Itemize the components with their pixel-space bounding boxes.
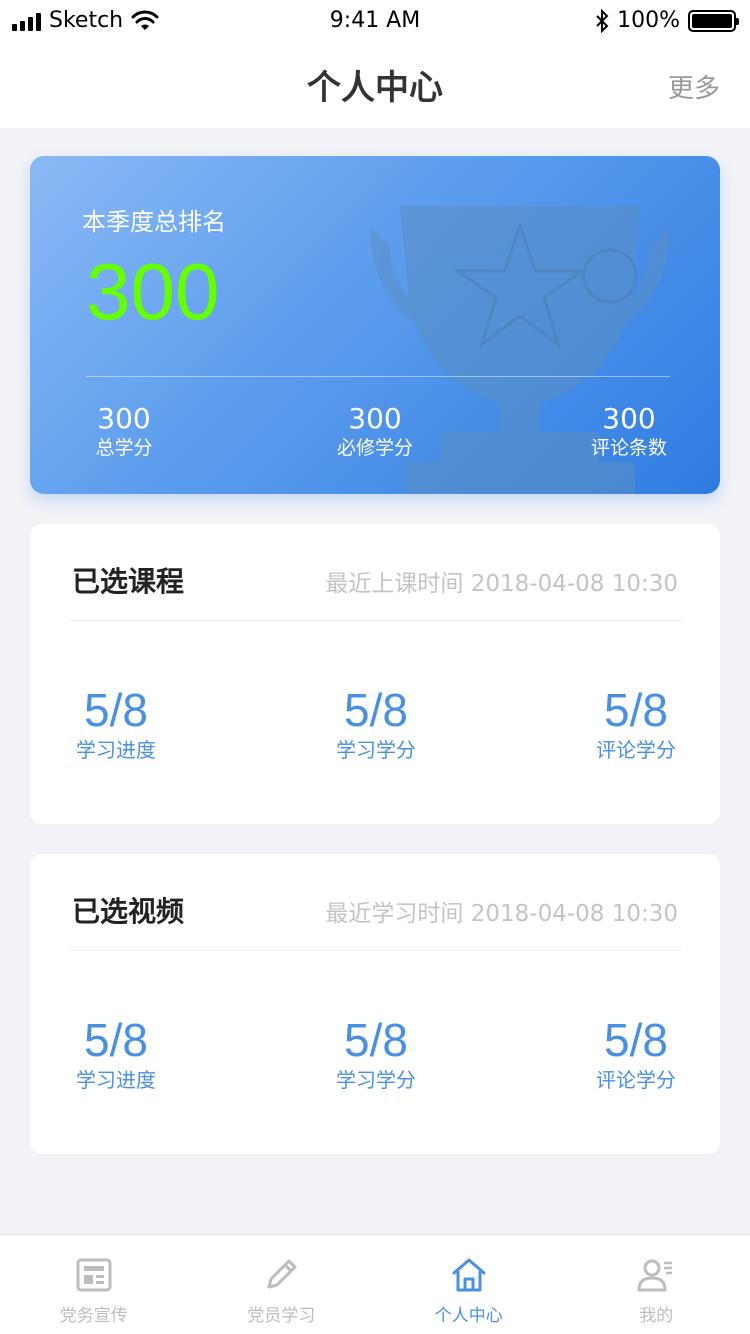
divider <box>86 376 670 377</box>
user-icon <box>637 1259 673 1292</box>
rank-label: 本季度总排名 <box>82 208 226 236</box>
battery-percent: 100% <box>617 8 680 33</box>
tab-bar: 党务宣传 党员学习 个人中心 我的 <box>0 1234 750 1334</box>
metric-value: 5/8 <box>344 1014 408 1066</box>
metric-label: 学习进度 <box>76 738 156 762</box>
metric-progress: 5/8 学习进度 <box>70 684 162 764</box>
status-bar: Sketch 9:41 AM 100% <box>0 0 750 40</box>
more-button[interactable]: 更多 <box>668 68 720 105</box>
metric-label: 评论学分 <box>596 1068 676 1092</box>
card-title: 已选视频 <box>72 895 185 928</box>
stat-label: 总学分 <box>95 437 153 459</box>
metric-progress: 5/8 学习进度 <box>70 1014 162 1094</box>
metric-label: 评论学分 <box>596 738 676 762</box>
stat-comment-count: 300 评论条数 <box>584 402 674 460</box>
divider <box>70 620 682 621</box>
metric-study-credits: 5/8 学习学分 <box>330 684 422 764</box>
stat-value: 300 <box>602 402 656 435</box>
pencil-icon <box>267 1259 297 1289</box>
tab-mine[interactable]: 我的 <box>563 1235 750 1334</box>
metric-value: 5/8 <box>84 684 148 736</box>
metric-label: 学习学分 <box>336 1068 416 1092</box>
metric-comment-credits: 5/8 评论学分 <box>590 684 682 764</box>
metric-value: 5/8 <box>604 1014 668 1066</box>
last-study-time: 最近学习时间 2018-04-08 10:30 <box>325 901 678 927</box>
card-title: 已选课程 <box>72 565 185 598</box>
last-class-time: 最近上课时间 2018-04-08 10:30 <box>325 571 678 597</box>
courses-card[interactable]: 已选课程 最近上课时间 2018-04-08 10:30 5/8 学习进度 5/… <box>30 524 720 824</box>
stat-value: 300 <box>348 402 402 435</box>
battery-icon <box>688 9 739 32</box>
metric-value: 5/8 <box>84 1014 148 1066</box>
metric-value: 5/8 <box>344 684 408 736</box>
divider <box>70 950 682 951</box>
bluetooth-icon <box>596 8 609 33</box>
tab-label: 党务宣传 <box>59 1306 128 1326</box>
stat-required-credits: 300 必修学分 <box>330 402 420 460</box>
tab-member-study[interactable]: 党员学习 <box>188 1235 376 1334</box>
tab-personal-center[interactable]: 个人中心 <box>375 1235 563 1334</box>
newspaper-icon <box>76 1258 112 1292</box>
metric-label: 学习进度 <box>76 1068 156 1092</box>
metric-value: 5/8 <box>604 684 668 736</box>
stat-label: 评论条数 <box>590 437 667 459</box>
tab-label: 我的 <box>639 1306 674 1326</box>
rank-card: 本季度总排名 300 300 总学分 300 必修学分 300 评论条数 <box>30 156 720 494</box>
stat-value: 300 <box>97 402 151 435</box>
nav-bar: 个人中心 更多 <box>0 40 750 128</box>
home-icon <box>452 1258 486 1292</box>
stat-label: 必修学分 <box>336 437 413 459</box>
status-right: 100% <box>595 8 739 33</box>
tab-party-news[interactable]: 党务宣传 <box>0 1235 188 1334</box>
stat-total-credits: 300 总学分 <box>86 402 162 460</box>
tab-label: 党员学习 <box>247 1306 316 1326</box>
metric-label: 学习学分 <box>336 738 416 762</box>
page-title: 个人中心 <box>307 68 443 108</box>
metric-study-credits: 5/8 学习学分 <box>330 1014 422 1094</box>
videos-card[interactable]: 已选视频 最近学习时间 2018-04-08 10:30 5/8 学习进度 5/… <box>30 854 720 1154</box>
rank-value: 300 <box>86 247 220 336</box>
tab-label: 个人中心 <box>434 1306 503 1326</box>
metric-comment-credits: 5/8 评论学分 <box>590 1014 682 1094</box>
